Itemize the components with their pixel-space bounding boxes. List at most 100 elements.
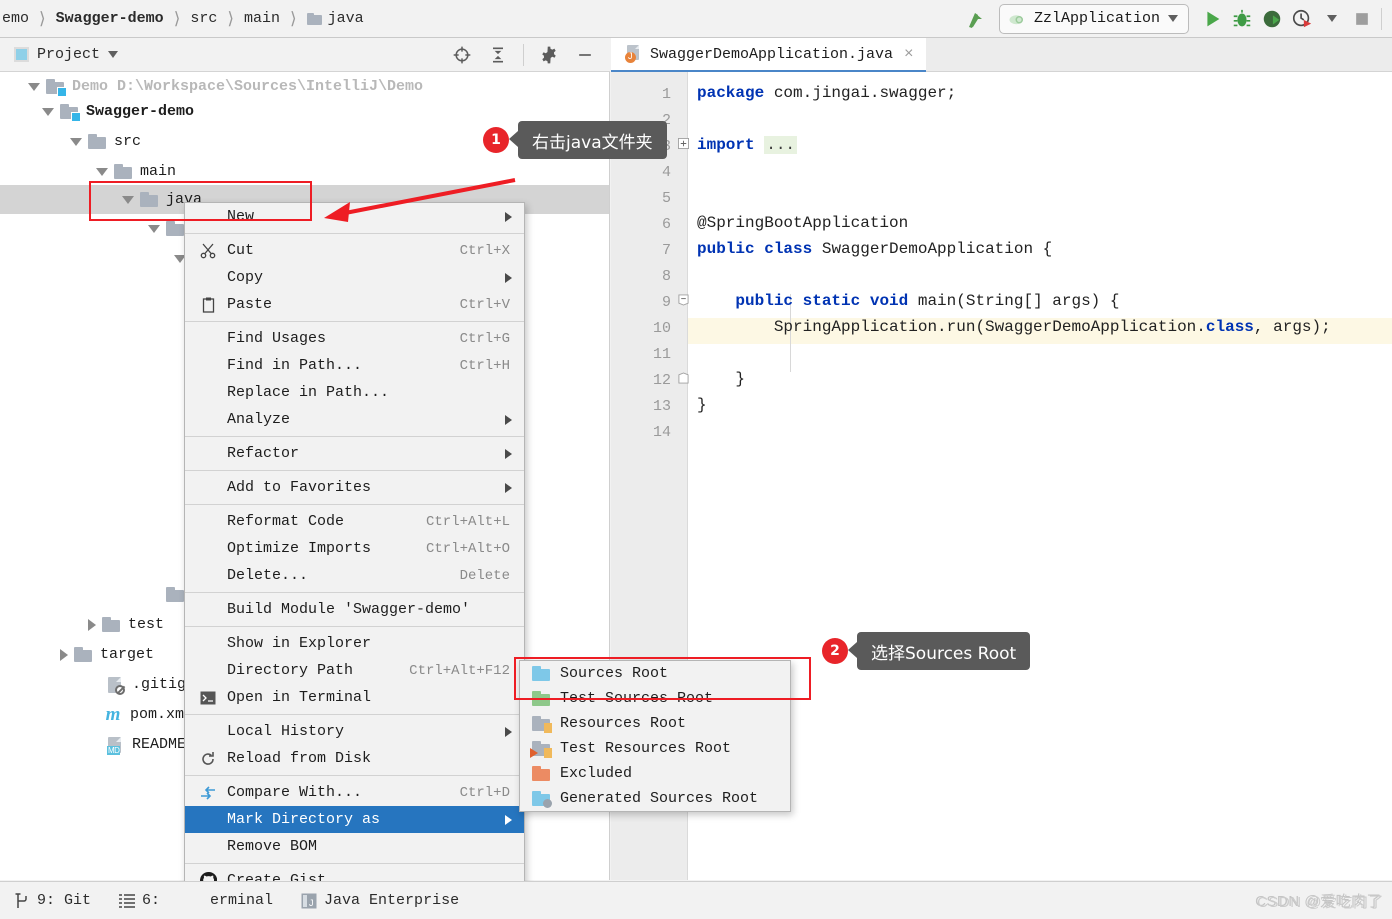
fold-collapse-end-icon[interactable] <box>678 372 689 388</box>
menu-item-replace-in-path[interactable]: Replace in Path... <box>185 379 524 406</box>
project-tool-window-title[interactable]: Project <box>0 46 119 63</box>
profiler-button[interactable] <box>1287 4 1317 34</box>
collapse-all-button[interactable] <box>483 40 513 70</box>
menu-item-directory-path[interactable]: Directory Path Ctrl+Alt+F12 <box>185 657 524 684</box>
editor-tab-bar: SwaggerDemoApplication.java × <box>611 38 1392 72</box>
fold-expand-icon[interactable] <box>678 138 689 153</box>
breadcrumb-item-3[interactable]: main <box>242 10 282 27</box>
tree-row-src[interactable]: src <box>0 127 141 156</box>
tree-row-readme[interactable]: MD README. <box>0 730 195 759</box>
menu-item-add-to-favorites[interactable]: Add to Favorites <box>185 474 524 501</box>
menu-item-show-in-explorer[interactable]: Show in Explorer <box>185 630 524 657</box>
tree-row-target[interactable]: target <box>0 640 154 669</box>
status-label: 9: Git <box>37 892 92 909</box>
tree-item-label: target <box>100 646 155 663</box>
submenu-item-sources-root[interactable]: Sources Root <box>520 661 790 686</box>
tree-row-main[interactable]: main <box>0 157 176 186</box>
git-branch-icon <box>15 892 27 908</box>
gear-icon[interactable] <box>534 40 564 70</box>
make-project-button[interactable] <box>961 4 991 34</box>
run-with-coverage-button[interactable] <box>1257 4 1287 34</box>
tree-row-test[interactable]: test <box>0 610 164 639</box>
status-item-git[interactable]: 9: Git <box>0 892 105 909</box>
top-navigation-bar: emo ⟩ Swagger-demo ⟩ src ⟩ main ⟩ java Z… <box>0 0 1392 38</box>
tree-row-child-1[interactable] <box>0 214 192 243</box>
menu-item-find-in-path[interactable]: Find in Path... Ctrl+H <box>185 352 524 379</box>
menu-item-delete[interactable]: Delete... Delete <box>185 562 524 589</box>
menu-item-paste[interactable]: Paste Ctrl+V <box>185 291 524 318</box>
folder-icon <box>140 192 158 207</box>
menu-label: Find Usages <box>227 330 327 347</box>
submenu-label: Resources Root <box>560 715 687 732</box>
twisty-open-icon[interactable] <box>70 137 82 146</box>
status-item-terminal[interactable]: erminal <box>174 892 287 909</box>
editor-tab-swaggerdemoapplication[interactable]: SwaggerDemoApplication.java × <box>611 38 926 72</box>
tree-row-pom-xml[interactable]: m pom.xml <box>0 700 193 729</box>
select-opened-file-button[interactable] <box>447 40 477 70</box>
menu-item-reformat-code[interactable]: Reformat Code Ctrl+Alt+L <box>185 508 524 535</box>
twisty-open-icon[interactable] <box>42 107 54 116</box>
fold-collapse-icon[interactable] <box>678 294 689 310</box>
folder-icon <box>102 617 120 632</box>
code-line-10: SpringApplication.run(SwaggerDemoApplica… <box>697 318 1331 336</box>
twisty-open-icon[interactable] <box>122 195 134 204</box>
submenu-item-resources-root[interactable]: Resources Root <box>520 711 790 736</box>
watermark-text-shadow: CSDN @爱吃肉了 <box>1257 894 1384 911</box>
status-bar: 9: Git 6: erminal J Java Enterprise CSDN… <box>0 881 1392 919</box>
menu-item-analyze[interactable]: Analyze <box>185 406 524 433</box>
breadcrumb-item-2[interactable]: src <box>188 10 219 27</box>
folded-imports[interactable]: ... <box>764 136 798 154</box>
menu-item-find-usages[interactable]: Find Usages Ctrl+G <box>185 325 524 352</box>
profiler-dropdown[interactable] <box>1317 4 1347 34</box>
line-number: 7 <box>661 242 671 259</box>
debug-button[interactable] <box>1227 4 1257 34</box>
tree-row-resources[interactable]: r <box>0 580 201 609</box>
annotation-arrow-1 <box>324 178 516 222</box>
menu-item-open-in-terminal[interactable]: Open in Terminal <box>185 684 524 711</box>
menu-item-build-module[interactable]: Build Module 'Swagger-demo' <box>185 596 524 623</box>
menu-item-refactor[interactable]: Refactor <box>185 440 524 467</box>
breadcrumb-separator: ⟩ <box>227 8 234 28</box>
breadcrumb-item-0[interactable]: emo <box>0 10 31 27</box>
submenu-item-test-resources-root[interactable]: Test Resources Root <box>520 736 790 761</box>
status-item-java-enterprise[interactable]: J Java Enterprise <box>287 892 473 909</box>
menu-item-remove-bom[interactable]: Remove BOM <box>185 833 524 860</box>
menu-item-mark-directory-as[interactable]: Mark Directory as <box>185 806 524 833</box>
twisty-closed-icon[interactable] <box>88 618 96 631</box>
tree-row-gitignore[interactable]: .gitign <box>0 670 195 699</box>
twisty-open-icon[interactable] <box>28 82 40 91</box>
chevron-down-icon <box>1168 15 1178 22</box>
twisty-closed-icon[interactable] <box>60 648 68 661</box>
mark-directory-as-submenu[interactable]: Sources Root Test Sources Root Resources… <box>519 660 791 812</box>
tree-row-child-2[interactable] <box>0 244 192 273</box>
close-icon[interactable]: × <box>904 45 914 63</box>
code-text-area[interactable]: package com.jingai.swagger; import ... @… <box>689 72 1392 880</box>
stop-button[interactable] <box>1347 4 1377 34</box>
menu-item-cut[interactable]: Cut Ctrl+X <box>185 237 524 264</box>
menu-divider <box>185 775 524 776</box>
annotation-callout-2: 选择Sources Root <box>857 632 1031 670</box>
twisty-open-icon[interactable] <box>96 167 108 176</box>
submenu-item-test-sources-root[interactable]: Test Sources Root <box>520 686 790 711</box>
breadcrumb-item-4[interactable]: java <box>305 10 366 27</box>
menu-shortcut: Ctrl+G <box>459 330 510 347</box>
menu-item-optimize-imports[interactable]: Optimize Imports Ctrl+Alt+O <box>185 535 524 562</box>
twisty-open-icon[interactable] <box>148 224 160 233</box>
submenu-item-generated-sources-root[interactable]: Generated Sources Root <box>520 786 790 811</box>
breadcrumb-item-1[interactable]: Swagger-demo <box>54 10 166 27</box>
hide-panel-button[interactable] <box>570 40 600 70</box>
menu-item-local-history[interactable]: Local History <box>185 718 524 745</box>
folder-icon <box>74 647 92 662</box>
code-line-1: package com.jingai.swagger; <box>697 84 957 102</box>
menu-item-reload-from-disk[interactable]: Reload from Disk <box>185 745 524 772</box>
run-configuration-selector[interactable]: ZzlApplication <box>998 3 1189 34</box>
menu-item-copy[interactable]: Copy <box>185 264 524 291</box>
csdn-watermark: CSDN @爱吃肉了 CSDN @爱吃肉了 <box>1255 890 1392 911</box>
run-button[interactable] <box>1197 4 1227 34</box>
menu-item-compare-with[interactable]: Compare With... Ctrl+D <box>185 779 524 806</box>
context-menu[interactable]: New Cut Ctrl+X Copy Paste Ctrl+V Find Us… <box>184 202 525 919</box>
tree-row-swagger-demo[interactable]: Swagger-demo <box>0 97 194 126</box>
status-item-todo[interactable]: 6: <box>105 892 174 909</box>
submenu-item-excluded[interactable]: Excluded <box>520 761 790 786</box>
line-number: 8 <box>661 268 671 285</box>
